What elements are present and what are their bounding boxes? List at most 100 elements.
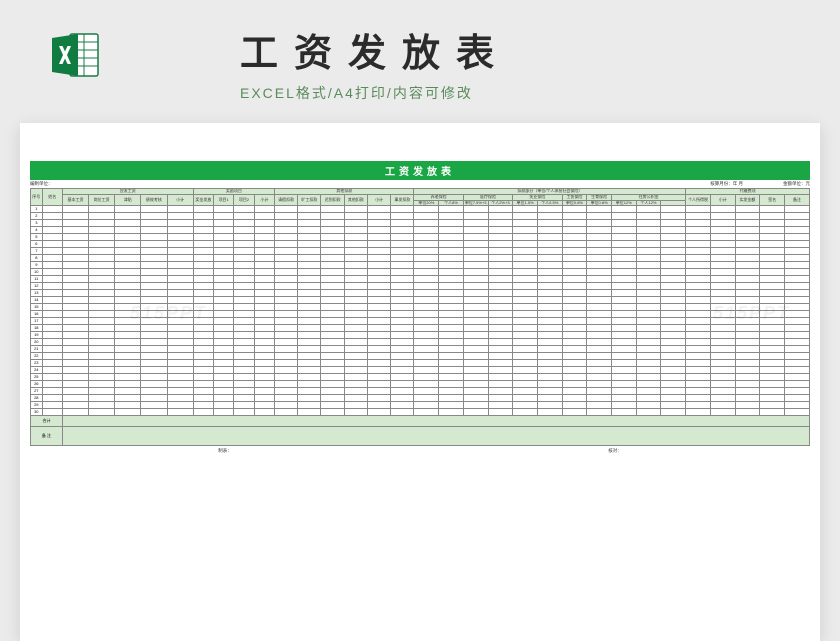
cell <box>710 234 735 241</box>
cell <box>537 346 562 353</box>
cell <box>414 290 439 297</box>
cell <box>513 241 538 248</box>
cell <box>89 234 115 241</box>
cell <box>298 332 321 339</box>
cell <box>710 374 735 381</box>
cell <box>254 395 274 402</box>
cell <box>661 402 686 409</box>
cell <box>62 395 88 402</box>
cell <box>298 262 321 269</box>
cell <box>167 395 193 402</box>
cell <box>254 234 274 241</box>
cell <box>115 220 141 227</box>
cell <box>42 220 62 227</box>
cell <box>367 290 390 297</box>
col-actualpay: 实发金额 <box>735 194 760 206</box>
cell <box>367 276 390 283</box>
cell <box>214 381 234 388</box>
cell <box>141 213 167 220</box>
cell <box>214 339 234 346</box>
cell <box>42 283 62 290</box>
cell <box>661 255 686 262</box>
cell <box>344 388 367 395</box>
cell <box>62 283 88 290</box>
cell <box>636 311 661 318</box>
table-row: 9 <box>31 262 810 269</box>
cell <box>298 388 321 395</box>
cell <box>562 227 587 234</box>
cell <box>89 325 115 332</box>
cell <box>167 290 193 297</box>
cell <box>686 402 711 409</box>
cell <box>141 395 167 402</box>
cell <box>254 255 274 262</box>
cell <box>367 332 390 339</box>
cell <box>42 367 62 374</box>
cell <box>686 290 711 297</box>
cell <box>661 395 686 402</box>
cell <box>254 353 274 360</box>
row-number: 22 <box>31 353 43 360</box>
cell <box>275 311 298 318</box>
cell <box>275 360 298 367</box>
cell <box>686 241 711 248</box>
cell <box>439 255 464 262</box>
table-row: 5 <box>31 234 810 241</box>
cell <box>275 213 298 220</box>
cell <box>89 360 115 367</box>
cell <box>562 248 587 255</box>
row-number: 17 <box>31 318 43 325</box>
cell <box>89 269 115 276</box>
cell <box>488 206 513 213</box>
table-row: 10 <box>31 269 810 276</box>
cell <box>275 339 298 346</box>
cell <box>439 311 464 318</box>
cell <box>89 353 115 360</box>
cell <box>275 283 298 290</box>
col-post: 岗位工资 <box>89 194 115 206</box>
cell <box>463 269 488 276</box>
cell <box>115 353 141 360</box>
cell <box>214 367 234 374</box>
cell <box>321 332 344 339</box>
cell <box>254 339 274 346</box>
cell <box>298 360 321 367</box>
cell <box>537 360 562 367</box>
cell <box>661 311 686 318</box>
cell <box>414 206 439 213</box>
cell <box>141 241 167 248</box>
cell <box>367 395 390 402</box>
cell <box>275 241 298 248</box>
row-number: 15 <box>31 304 43 311</box>
cell <box>214 297 234 304</box>
cell <box>439 381 464 388</box>
cell <box>414 346 439 353</box>
cell <box>611 304 636 311</box>
cell <box>735 227 760 234</box>
cell <box>562 283 587 290</box>
cell <box>587 269 612 276</box>
cell <box>636 227 661 234</box>
cell <box>167 367 193 374</box>
col-actual-deduct: 事发扣款 <box>391 194 414 206</box>
cell <box>89 304 115 311</box>
cell <box>513 395 538 402</box>
cell <box>784 360 809 367</box>
cell <box>344 213 367 220</box>
cell <box>414 220 439 227</box>
cell <box>488 234 513 241</box>
cell <box>587 213 612 220</box>
cell <box>115 381 141 388</box>
cell <box>298 269 321 276</box>
cell <box>735 409 760 416</box>
cell <box>321 234 344 241</box>
cell <box>513 388 538 395</box>
cell <box>193 325 213 332</box>
cell <box>439 332 464 339</box>
cell <box>89 262 115 269</box>
cell <box>562 388 587 395</box>
cell <box>167 248 193 255</box>
cell <box>686 311 711 318</box>
cell <box>298 311 321 318</box>
row-number: 23 <box>31 360 43 367</box>
